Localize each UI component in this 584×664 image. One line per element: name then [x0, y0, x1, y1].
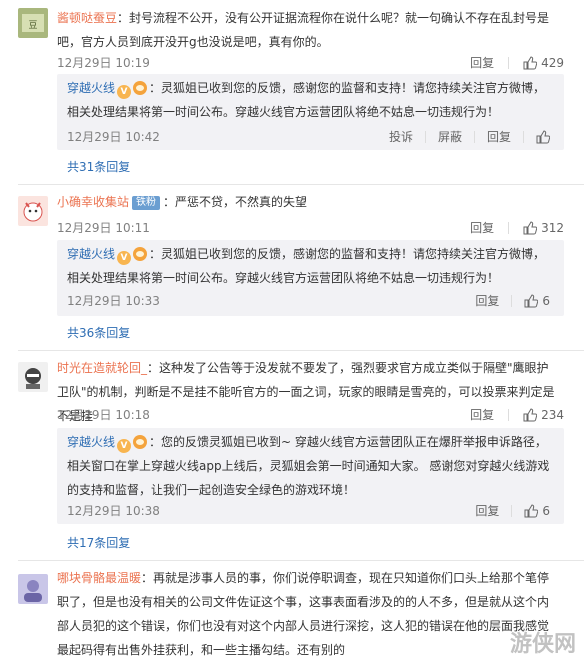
reply-box: 穿越火线 V ：您的反馈灵狐姐已收到~ 穿越火线官方运营团队正在爆肝举报申诉路径，相…	[57, 428, 564, 524]
svg-text:豆: 豆	[28, 20, 37, 31]
verified-icon: V	[117, 251, 132, 265]
reply-time: 12月29日 10:33	[67, 294, 160, 308]
comment-time: 12月29日 10:18	[57, 408, 150, 422]
divider	[18, 560, 584, 561]
divider	[523, 130, 524, 143]
comment-actions: 回复 429	[470, 54, 564, 71]
divider	[424, 130, 426, 143]
reply-text: 穿越火线 V ：灵狐姐已收到您的反馈，感谢您的监督和支持！请您持续关注官方微博，相关…	[67, 76, 550, 124]
reply-button[interactable]: 回复	[470, 54, 494, 71]
comment-actions: 回复 312	[470, 219, 564, 236]
divider	[508, 408, 510, 421]
like-count: 312	[541, 220, 564, 235]
reply-button[interactable]: 回复	[470, 406, 494, 423]
comment-body: ：严惩不贷，不然真的失望	[163, 195, 308, 209]
like-button[interactable]: 312	[523, 221, 564, 235]
more-replies-link[interactable]: 共36条回复	[67, 324, 130, 341]
reply-actions: 回复 6	[475, 292, 550, 309]
thumbs-up-icon	[524, 503, 539, 517]
report-button[interactable]: 投诉	[389, 128, 413, 145]
reply-box: 穿越火线 V ：灵狐姐已收到您的反馈，感谢您的监督和支持！请您持续关注官方微博，相关…	[57, 74, 564, 150]
comment-body: ：封号流程不公开，没有公开证据流程你在说什么呢？就一句确认不存在乱封号是吧，官方…	[57, 11, 550, 49]
fan-badge: 铁粉	[132, 196, 161, 210]
divider	[508, 56, 510, 69]
reply-text: 穿越火线 V ：灵狐姐已收到您的反馈，感谢您的监督和支持！请您持续关注官方微博，相关…	[67, 242, 550, 290]
like-count: 6	[542, 503, 550, 518]
reply-box: 穿越火线 V ：灵狐姐已收到您的反馈，感谢您的监督和支持！请您持续关注官方微博，相关…	[57, 240, 564, 316]
comment-username[interactable]: 时光在造就轮回_	[57, 361, 147, 375]
divider	[18, 184, 584, 185]
reply-actions: 回复 6	[475, 502, 550, 519]
fan-badge-icon	[133, 247, 148, 261]
thumbs-up-icon	[524, 293, 539, 307]
divider	[508, 221, 510, 234]
reply-button[interactable]: 回复	[475, 502, 499, 519]
comment-text: 小确幸收集站 铁粉 ：严惩不贷，不然真的失望	[57, 190, 556, 214]
comment-username[interactable]: 哪块骨骼最温暖	[57, 571, 141, 585]
avatar[interactable]: 豆	[18, 8, 48, 38]
thumbs-up-icon	[523, 55, 538, 69]
thumbs-up-icon[interactable]	[536, 129, 550, 144]
like-button[interactable]: 234	[523, 408, 564, 422]
reply-button[interactable]: 回复	[470, 219, 494, 236]
thumbs-up-icon	[523, 220, 538, 234]
avatar[interactable]	[18, 574, 48, 604]
fan-badge-icon	[133, 81, 148, 95]
like-button[interactable]: 6	[524, 294, 550, 308]
like-button[interactable]: 429	[523, 56, 564, 70]
reply-username[interactable]: 穿越火线	[67, 435, 115, 449]
more-replies-link[interactable]: 共31条回复	[67, 158, 130, 175]
more-replies-link[interactable]: 共17条回复	[67, 534, 130, 551]
reply-actions: 投诉 屏蔽 回复	[389, 128, 550, 145]
reply-username[interactable]: 穿越火线	[67, 81, 115, 95]
divider	[473, 130, 475, 143]
reply-button[interactable]: 回复	[487, 128, 511, 145]
comment-actions: 回复 234	[470, 406, 564, 423]
reply-text: 穿越火线 V ：您的反馈灵狐姐已收到~ 穿越火线官方运营团队正在爆肝举报申诉路径，相…	[67, 430, 550, 502]
like-count: 429	[541, 55, 564, 70]
avatar[interactable]	[18, 362, 48, 392]
watermark: 游侠网	[509, 632, 576, 657]
comment-time: 12月29日 10:11	[57, 221, 150, 235]
comment-time: 12月29日 10:19	[57, 56, 150, 70]
like-count: 6	[542, 293, 550, 308]
fan-badge-icon	[133, 435, 148, 449]
reply-username[interactable]: 穿越火线	[67, 247, 115, 261]
verified-icon: V	[117, 85, 132, 99]
reply-time: 12月29日 10:42	[67, 130, 160, 144]
divider	[511, 294, 513, 307]
comment-username[interactable]: 小确幸收集站	[57, 195, 129, 209]
comment-text: 酱顿哒蚕豆：封号流程不公开，没有公开证据流程你在说什么呢？就一句确认不存在乱封号…	[57, 6, 556, 54]
like-count: 234	[541, 407, 564, 422]
block-button[interactable]: 屏蔽	[438, 128, 462, 145]
comment-text: 哪块骨骼最温暖：再就是涉事人员的事，你们说停职调查，现在只知道你们口头上给那个笔…	[57, 566, 556, 662]
divider	[18, 350, 584, 351]
comment-username[interactable]: 酱顿哒蚕豆	[57, 11, 117, 25]
avatar[interactable]	[18, 196, 48, 226]
reply-time: 12月29日 10:38	[67, 504, 160, 518]
verified-icon: V	[117, 439, 132, 453]
reply-button[interactable]: 回复	[475, 292, 499, 309]
divider	[511, 504, 513, 517]
thumbs-up-icon	[523, 407, 538, 421]
like-button[interactable]: 6	[524, 504, 550, 518]
